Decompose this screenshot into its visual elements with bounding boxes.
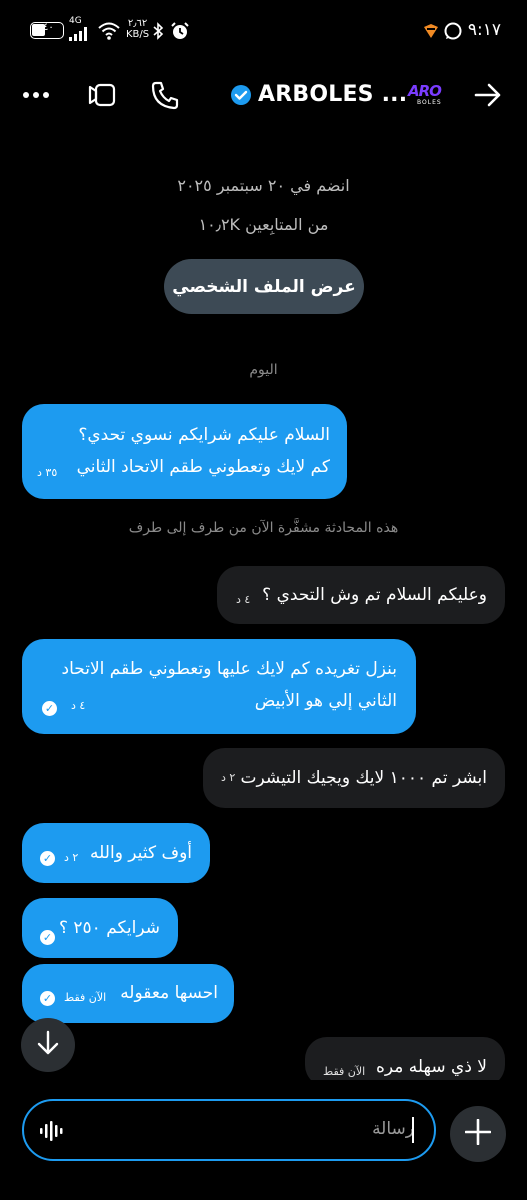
message-input[interactable]: رسالة (22, 1099, 436, 1161)
add-attachment-button[interactable] (450, 1106, 506, 1162)
status-bar: ٩:١٧ ٤٠ 4G ٢٫٦٢ KB/S (0, 0, 527, 62)
message-time: ٤ د (236, 593, 251, 606)
back-arrow-icon[interactable] (474, 82, 502, 112)
message-text: كم لايك وتعطوني طقم الاتحاد الثاني (76, 457, 330, 477)
message-bubble[interactable]: شرايكم ٢٥٠ ؟ ✓ (22, 898, 178, 958)
followers-count: ١٠٫٢K من المتابِعين (198, 215, 329, 234)
message-time: الآن فقط (64, 991, 107, 1004)
network-type: 4G (69, 16, 82, 26)
bluetooth-icon (152, 22, 164, 44)
message-text: ابشر تم ١٠٠٠ لايك ويجيك التيشرت (240, 768, 487, 788)
message-text: السلام عليكم شرايكم نسوي تحدي؟ (78, 425, 330, 445)
message-time: ٤ د (71, 699, 86, 712)
arrow-down-icon (36, 1030, 60, 1060)
encryption-notice: هذه المحادثة مشفَّرة الآن من طرف إلى طرف (128, 520, 399, 536)
message-bubble[interactable]: وعليكم السلام تم وش التحدي ؟ ٤ د (217, 566, 505, 624)
message-text: وعليكم السلام تم وش التحدي ؟ (262, 585, 487, 605)
chat-bubble-icon (443, 21, 463, 45)
message-bubble[interactable]: احسها معقوله الآن فقط ✓ (22, 964, 234, 1023)
video-call-icon[interactable] (87, 82, 117, 112)
message-time: الآن فقط (323, 1065, 366, 1078)
message-text: لا ذي سهله مره (376, 1057, 487, 1077)
chat-title[interactable]: ARBOLES ... (258, 82, 407, 107)
message-text: أوف كثير والله (90, 843, 192, 863)
message-time: ٢ د (64, 851, 79, 864)
wifi-icon (98, 22, 120, 44)
logo-sub: BOLES (417, 99, 442, 106)
app-notification-icon (421, 21, 441, 45)
net-speed: ٢٫٦٢ KB/S (126, 18, 150, 40)
plus-icon (464, 1118, 492, 1149)
joined-date: انضم في ٢٠ سبتمبر ٢٠٢٥ (177, 176, 350, 195)
seen-check-icon: ✓ (40, 930, 55, 945)
phone-call-icon[interactable] (150, 80, 180, 114)
more-options-icon[interactable] (22, 83, 50, 111)
message-text: بنزل تغريده كم لايك عليها وتعطوني طقم ال… (61, 659, 397, 679)
message-bubble[interactable]: ابشر تم ١٠٠٠ لايك ويجيك التيشرت ٢ د (203, 748, 505, 808)
clock: ٩:١٧ (467, 20, 501, 40)
message-bubble[interactable]: بنزل تغريده كم لايك عليها وتعطوني طقم ال… (22, 639, 416, 734)
scroll-down-button[interactable] (21, 1018, 75, 1072)
seen-check-icon: ✓ (40, 851, 55, 866)
verified-badge-icon (230, 84, 252, 110)
message-time: ٢ د (221, 771, 236, 784)
view-profile-button[interactable]: عرض الملف الشخصي (164, 259, 364, 314)
message-bubble[interactable]: السلام عليكم شرايكم نسوي تحدي؟ كم لايك و… (22, 404, 347, 499)
message-bubble[interactable]: أوف كثير والله ٢ د ✓ (22, 823, 210, 883)
message-text: شرايكم ٢٥٠ ؟ (58, 918, 160, 938)
profile-avatar[interactable]: ARO BOLES (406, 82, 452, 108)
message-text: الثاني إلي هو الأبيض (254, 691, 397, 711)
alarm-icon (170, 21, 190, 45)
message-time: ٣٥ د (37, 466, 58, 479)
text-cursor (412, 1117, 414, 1143)
seen-check-icon: ✓ (40, 991, 55, 1006)
day-separator: اليوم (249, 362, 278, 378)
voice-wave-icon[interactable] (40, 1120, 66, 1146)
message-text: احسها معقوله (120, 983, 218, 1003)
message-placeholder: رسالة (372, 1119, 414, 1139)
logo-text: ARO (408, 82, 442, 100)
battery-icon: ٤٠ (30, 22, 64, 39)
seen-check-icon: ✓ (42, 701, 57, 716)
signal-icon (69, 26, 91, 45)
